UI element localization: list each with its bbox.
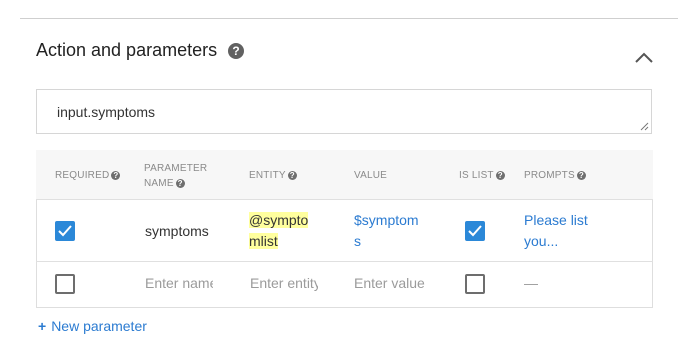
help-icon[interactable]: ? bbox=[111, 170, 121, 180]
help-icon[interactable]: ? bbox=[175, 178, 185, 188]
header-entity: ENTITY? bbox=[249, 170, 297, 181]
header-is-list: IS LIST? bbox=[459, 170, 505, 181]
prompts-cell[interactable]: Please list you... bbox=[524, 210, 588, 252]
plus-icon: + bbox=[38, 318, 47, 334]
is-list-checkbox[interactable] bbox=[465, 221, 485, 241]
value-cell[interactable]: $symptom s bbox=[354, 210, 419, 252]
section-divider bbox=[20, 18, 678, 19]
header-parameter-name: PARAMETER NAME? bbox=[144, 163, 208, 189]
required-checkbox[interactable] bbox=[55, 221, 75, 241]
prompts-empty[interactable]: — bbox=[524, 273, 538, 294]
row-divider bbox=[36, 261, 653, 262]
help-icon[interactable]: ? bbox=[576, 170, 586, 180]
new-parameter-button[interactable]: + New parameter bbox=[38, 318, 147, 334]
entity-input[interactable]: Enter entity bbox=[250, 273, 318, 294]
header-prompts: PROMPTS? bbox=[524, 170, 586, 181]
section-title: Action and parameters bbox=[36, 40, 218, 60]
new-parameter-label: New parameter bbox=[51, 318, 147, 334]
required-checkbox[interactable] bbox=[55, 274, 75, 294]
check-icon bbox=[58, 225, 72, 237]
chevron-up-icon[interactable] bbox=[634, 50, 654, 64]
check-icon bbox=[468, 225, 482, 237]
help-icon[interactable]: ? bbox=[228, 43, 244, 59]
value-input[interactable]: Enter value bbox=[354, 273, 434, 294]
is-list-checkbox[interactable] bbox=[465, 274, 485, 294]
header-required: REQUIRED? bbox=[55, 170, 121, 181]
resize-handle-icon[interactable] bbox=[639, 121, 649, 131]
action-input-value[interactable]: input.symptoms bbox=[57, 104, 155, 120]
header-value: VALUE bbox=[354, 170, 388, 181]
parameter-name-input[interactable]: Enter name bbox=[145, 273, 213, 294]
help-icon[interactable]: ? bbox=[287, 170, 297, 180]
entity-cell[interactable]: @sympto mlist bbox=[249, 210, 309, 252]
help-icon[interactable]: ? bbox=[495, 170, 505, 180]
parameter-name-cell[interactable]: symptoms bbox=[145, 221, 209, 242]
